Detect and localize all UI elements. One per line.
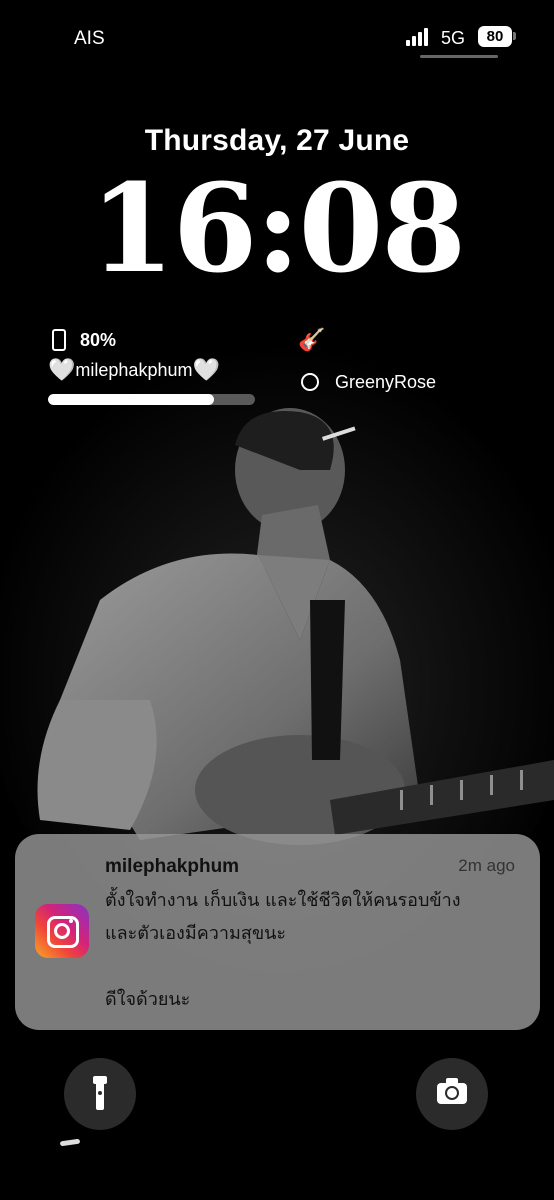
flashlight-icon <box>93 1076 107 1110</box>
heart-icon: 🤍 <box>48 357 76 382</box>
notification-timestamp: 2m ago <box>458 856 515 875</box>
device-name-row: 🤍 milephakphum 🤍 <box>48 356 258 384</box>
widget-item-label: GreenyRose <box>335 371 437 392</box>
status-bar: AIS 5G 80 <box>0 0 554 70</box>
battery-icon: 80 <box>478 26 512 47</box>
battery-widget[interactable]: 80% 🤍 milephakphum 🤍 <box>48 326 258 405</box>
signal-bars-icon <box>406 28 432 46</box>
notification-title: milephakphum <box>105 856 240 877</box>
lock-screen-clock: 16:08 <box>89 156 467 300</box>
network-type-label: 5G <box>441 28 466 48</box>
notification-body: ตั้งใจทำงาน เก็บเงิน และใช้ชีวิตให้คนรอบ… <box>105 890 461 1010</box>
device-name-label: milephakphum <box>75 359 193 380</box>
instagram-icon <box>35 904 89 958</box>
flashlight-button[interactable] <box>64 1058 136 1130</box>
circle-icon <box>301 373 319 391</box>
shortcut-widget[interactable]: 🎸 GreenyRose <box>298 326 478 396</box>
battery-percent-label: 80% <box>80 329 117 350</box>
battery-nub <box>513 32 516 40</box>
carrier-label: AIS <box>74 28 105 49</box>
guitar-icon: 🎸 <box>298 327 326 352</box>
instagram-notification[interactable]: milephakphum 2m ago ตั้งใจทำงาน เก็บเงิน… <box>15 834 540 1030</box>
battery-progress-bar <box>48 394 255 405</box>
widget-item-row: GreenyRose <box>298 368 478 396</box>
lock-screen-date: Thursday, 27 June <box>144 124 410 157</box>
status-underline <box>420 55 498 58</box>
battery-widget-row: 80% <box>48 326 258 354</box>
camera-button[interactable] <box>416 1058 488 1130</box>
phone-battery-icon <box>52 329 66 351</box>
battery-progress-fill <box>48 394 214 405</box>
camera-icon-lens <box>445 1086 459 1100</box>
heart-icon: 🤍 <box>192 357 220 382</box>
